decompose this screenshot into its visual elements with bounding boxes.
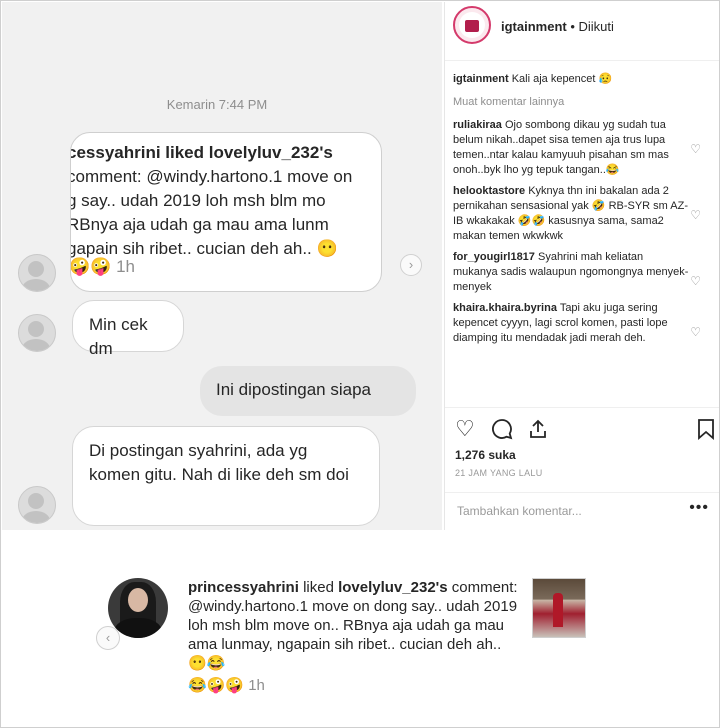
shared-emojis: 🤪🤪	[70, 257, 112, 276]
heart-icon[interactable]: ♡	[455, 418, 475, 440]
sender-avatar	[18, 486, 56, 524]
comments-list: igtainment Kali aja kepencet 😥 Muat kome…	[453, 72, 715, 352]
like-notification: ‹ princessyahrini liked lovelyluv_232's …	[88, 540, 630, 716]
shared-emoji-row: 🤪🤪 1h	[70, 257, 135, 277]
follow-status: • Diikuti	[570, 19, 614, 34]
comment-user[interactable]: ruliakiraa	[453, 119, 502, 131]
shared-notification-card[interactable]: cessyahrini liked lovelyluv_232's commen…	[70, 132, 382, 292]
shared-line: RBnya aja udah ga mau ama lunm	[70, 215, 329, 234]
caption-user[interactable]: igtainment	[453, 73, 509, 85]
sender-avatar	[18, 314, 56, 352]
comment-item: ruliakiraa Ojo sombong dikau yg sudah tu…	[453, 118, 715, 178]
comment-user[interactable]: khaira.khaira.byrina	[453, 302, 557, 314]
shared-time: 1h	[116, 257, 135, 276]
sender-avatar	[18, 254, 56, 292]
caption-text: Kali aja kepencet 😥	[511, 73, 613, 85]
post-caption: igtainment Kali aja kepencet 😥	[453, 72, 715, 87]
chevron-right-icon[interactable]: ›	[400, 254, 422, 276]
comment-user[interactable]: for_yougirl1817	[453, 251, 535, 263]
shared-line: comment: @windy.hartono.1 move on	[70, 167, 353, 186]
comment-item: khaira.khaira.byrina Tapi aku juga serin…	[453, 301, 715, 346]
heart-icon[interactable]: ♡	[690, 325, 701, 340]
post-username-line: igtainment • Diikuti	[501, 19, 614, 34]
comment-user[interactable]: helooktastore	[453, 185, 525, 197]
like-count[interactable]: 1,276 suka	[455, 448, 516, 462]
instagram-post-panel: igtainment • Diikuti igtainment Kali aja…	[444, 2, 719, 530]
bookmark-icon[interactable]	[697, 418, 715, 444]
add-comment-input[interactable]	[455, 503, 679, 519]
chat-timestamp: Kemarin 7:44 PM	[166, 97, 268, 112]
post-thumbnail[interactable]	[532, 578, 586, 638]
comment-item: helooktastore Kyknya thn ini bakalan ada…	[453, 184, 715, 244]
shared-line: cessyahrini liked lovelyluv_232's	[70, 143, 333, 162]
notification-target[interactable]: lovelyluv_232's	[338, 579, 447, 596]
post-actions-bar: ♡	[445, 407, 719, 448]
heart-icon[interactable]: ♡	[690, 274, 701, 289]
post-username[interactable]: igtainment	[501, 19, 567, 34]
add-comment-bar: •••	[445, 492, 719, 531]
notification-emojis: 😂🤪🤪	[188, 677, 245, 694]
notification-liked: liked	[303, 579, 334, 596]
load-more-comments[interactable]: Muat komentar lainnya	[453, 95, 715, 110]
comment-item: for_yougirl1817 Syahrini mah keliatan mu…	[453, 250, 715, 295]
heart-icon[interactable]: ♡	[690, 142, 701, 157]
shared-notification-text: cessyahrini liked lovelyluv_232's commen…	[70, 141, 381, 261]
notification-time: 1h	[248, 677, 265, 694]
notification-text: princessyahrini liked lovelyluv_232's co…	[188, 578, 518, 673]
message-bubble-outgoing[interactable]: Ini dipostingan siapa	[200, 366, 416, 416]
message-bubble-incoming[interactable]: Min cek dm	[72, 300, 184, 358]
notification-emoji-row: 😂🤪🤪 1h	[188, 676, 265, 694]
notification-user[interactable]: princessyahrini	[188, 579, 299, 596]
post-header: igtainment • Diikuti	[445, 2, 719, 61]
more-options-icon[interactable]: •••	[689, 499, 709, 517]
dm-chat-panel: Kemarin 7:44 PM cessyahrini liked lovely…	[2, 2, 442, 530]
avatar[interactable]	[108, 578, 168, 638]
post-time-ago: 21 JAM YANG LALU	[455, 468, 543, 478]
share-icon[interactable]	[527, 418, 549, 444]
post-avatar[interactable]	[453, 6, 491, 44]
comment-icon[interactable]	[491, 418, 513, 444]
heart-icon[interactable]: ♡	[690, 208, 701, 223]
shared-line: g say.. udah 2019 loh msh blm mo	[70, 191, 326, 210]
message-bubble-incoming[interactable]: Di postingan syahrini, ada yg komen gitu…	[72, 426, 380, 526]
